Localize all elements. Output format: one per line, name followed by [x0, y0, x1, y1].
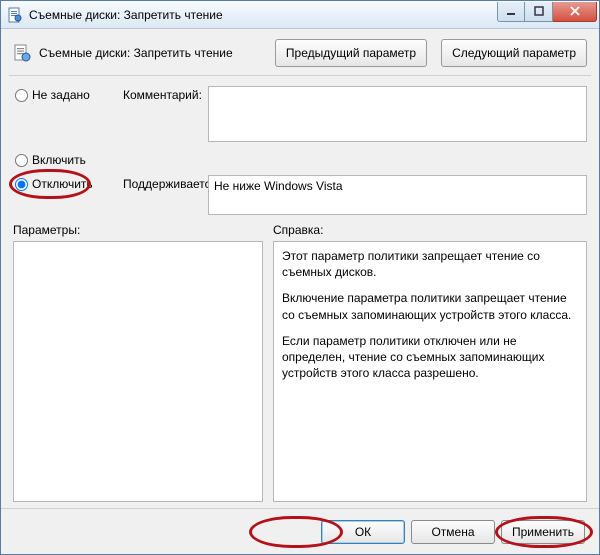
radio-disabled[interactable]: Отключить: [15, 175, 123, 193]
supported-on-text: Не ниже Windows Vista: [214, 179, 343, 193]
dialog-window: Съемные диски: Запретить чтение Съемные …: [0, 0, 600, 555]
radio-enabled[interactable]: Включить: [15, 151, 123, 169]
window-title: Съемные диски: Запретить чтение: [29, 8, 497, 22]
separator: [9, 75, 591, 76]
options-column: Параметры:: [13, 223, 263, 502]
config-area: Не задано Комментарий: Включить Отключит…: [1, 82, 599, 217]
radio-not-configured-label: Не задано: [32, 88, 90, 102]
close-button[interactable]: [553, 2, 597, 22]
radio-enabled-label: Включить: [32, 153, 86, 167]
comment-label: Комментарий:: [123, 86, 208, 102]
help-paragraph: Этот параметр политики запрещает чтение …: [282, 248, 578, 280]
minimize-button[interactable]: [497, 2, 525, 22]
options-label: Параметры:: [13, 223, 263, 237]
previous-setting-button[interactable]: Предыдущий параметр: [275, 39, 427, 67]
ok-button[interactable]: ОК: [321, 520, 405, 544]
policy-icon: [13, 44, 31, 62]
comment-textarea[interactable]: [208, 86, 587, 142]
radio-not-configured-input[interactable]: [15, 89, 28, 102]
supported-on-box: Не ниже Windows Vista: [208, 175, 587, 215]
radio-enabled-input[interactable]: [15, 154, 28, 167]
help-pane[interactable]: Этот параметр политики запрещает чтение …: [273, 241, 587, 502]
window-controls: [497, 2, 597, 22]
policy-title: Съемные диски: Запретить чтение: [39, 46, 267, 60]
lower-panes: Параметры: Справка: Этот параметр полити…: [1, 217, 599, 506]
titlebar: Съемные диски: Запретить чтение: [1, 1, 599, 29]
help-paragraph: Включение параметра политики запрещает ч…: [282, 290, 578, 322]
header-row: Съемные диски: Запретить чтение Предыдущ…: [1, 29, 599, 75]
radio-disabled-label: Отключить: [32, 177, 93, 191]
help-label: Справка:: [273, 223, 587, 237]
cancel-button[interactable]: Отмена: [411, 520, 495, 544]
policy-file-icon: [7, 7, 23, 23]
maximize-button[interactable]: [525, 2, 553, 22]
apply-button[interactable]: Применить: [501, 520, 585, 544]
footer: ОК Отмена Применить: [1, 508, 599, 554]
options-pane[interactable]: [13, 241, 263, 502]
help-column: Справка: Этот параметр политики запрещае…: [273, 223, 587, 502]
radio-not-configured[interactable]: Не задано: [15, 86, 123, 104]
supported-label: Поддерживается:: [123, 175, 208, 191]
help-paragraph: Если параметр политики отключен или не о…: [282, 333, 578, 382]
radio-disabled-input[interactable]: [15, 178, 28, 191]
next-setting-button[interactable]: Следующий параметр: [441, 39, 587, 67]
